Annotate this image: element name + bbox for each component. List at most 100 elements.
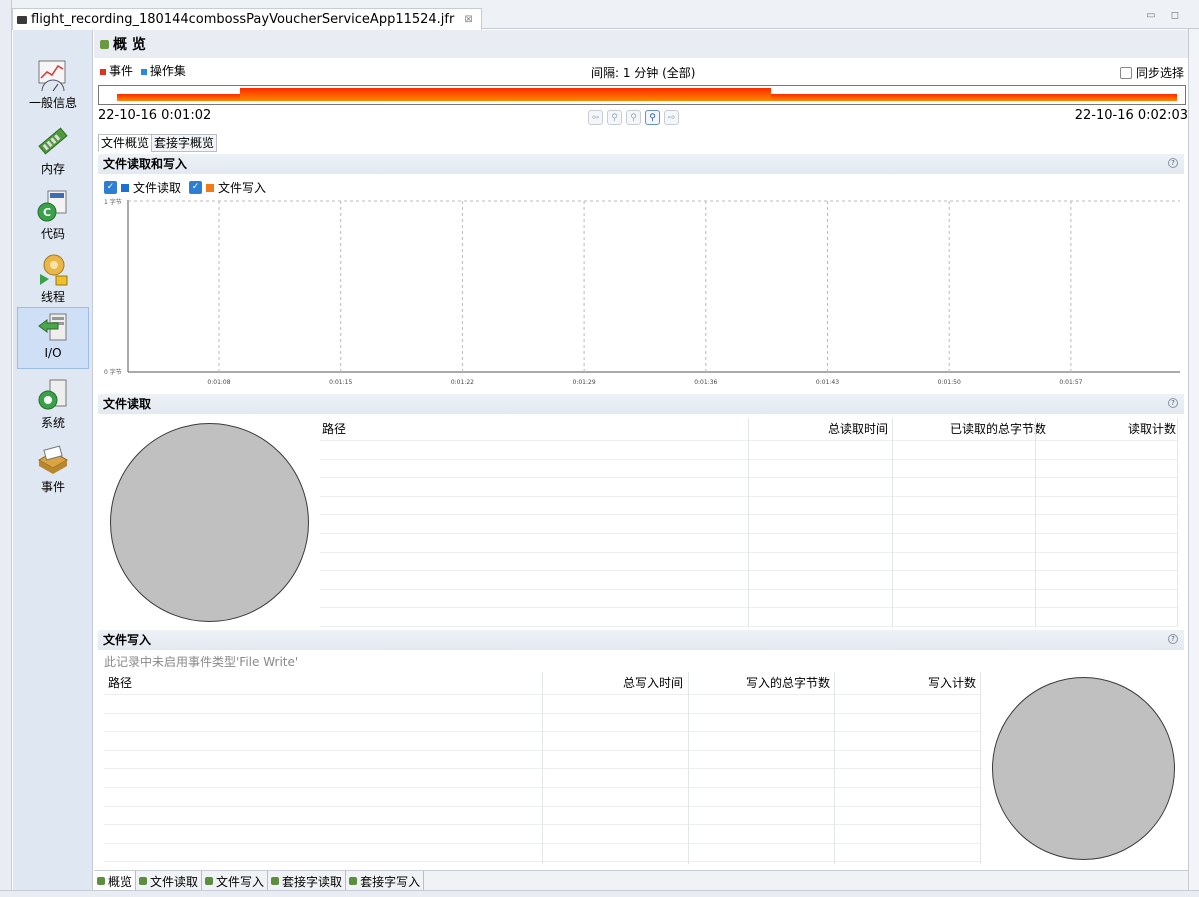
close-tab-icon[interactable]: ⊠ <box>464 14 472 25</box>
main-panel: 概 览 事件 操作集 间隔: 1 分钟 (全部) 同步选择 22-10-16 0… <box>94 30 1188 870</box>
table-row-line <box>320 440 1178 441</box>
svg-text:C: C <box>43 206 51 219</box>
interval-label: 间隔: 1 分钟 (全部) <box>591 66 696 80</box>
general-info-icon <box>36 58 70 92</box>
editor-tab-bar: flight_recording_180144combossPayVoucher… <box>0 0 1199 30</box>
table-row-line <box>320 533 1178 534</box>
tab-file-read[interactable]: 文件读取 <box>136 871 203 891</box>
file-write-table-body[interactable] <box>104 672 982 864</box>
system-icon <box>36 378 70 412</box>
operation-set-filter-label[interactable]: 操作集 <box>150 64 186 78</box>
status-bar <box>0 890 1199 897</box>
x-tick-label: 0:01:36 <box>694 379 717 386</box>
nav-item-general-info[interactable]: 一般信息 <box>17 56 89 118</box>
table-column-divider <box>688 672 689 864</box>
editor-tab[interactable]: flight_recording_180144combossPayVoucher… <box>12 8 482 30</box>
io-icon <box>36 310 70 344</box>
nav-item-events[interactable]: 事件 <box>17 440 89 502</box>
write-series-color-icon <box>206 183 215 192</box>
x-tick-label: 0:01:15 <box>329 379 352 386</box>
table-column-divider <box>834 672 835 864</box>
overview-icon <box>100 39 109 49</box>
nav-label: 系统 <box>40 416 65 430</box>
help-icon[interactable]: ? <box>1168 634 1178 644</box>
memory-icon <box>36 124 70 158</box>
io-line-chart[interactable]: 1 字节 0 字节 0:01:08 0:01:15 0:01:22 0:01:29 0:… <box>94 196 1188 396</box>
events-filter-label[interactable]: 事件 <box>109 64 133 78</box>
bottom-tab-bar: 概览 文件读取 文件写入 套接字读取 套接字写入 <box>94 870 1188 891</box>
code-icon: C <box>36 189 70 223</box>
table-row-line <box>320 570 1178 572</box>
table-row-line <box>104 712 982 714</box>
window-controls[interactable]: ▭ ◻ <box>1146 10 1185 21</box>
threads-icon <box>36 252 70 286</box>
tab-overview[interactable]: 概览 <box>94 871 137 891</box>
nav-item-system[interactable]: 系统 <box>17 376 89 438</box>
table-row-line <box>104 787 982 788</box>
table-row-line <box>104 768 982 770</box>
tab-socket-read[interactable]: 套接字读取 <box>268 871 347 891</box>
section-title: 文件写入 <box>103 633 152 647</box>
zoom-in-button[interactable]: ⚲ <box>607 110 622 125</box>
nav-label: 代码 <box>40 227 65 241</box>
nav-item-threads[interactable]: 线程 <box>17 250 89 312</box>
tab-file-write[interactable]: 文件写入 <box>202 871 269 891</box>
nav-item-io[interactable]: I/O <box>17 307 89 369</box>
table-row-line <box>320 458 1178 460</box>
x-tick-label: 0:01:08 <box>207 379 230 386</box>
table-row-line <box>320 551 1178 553</box>
table-row-line <box>320 495 1178 497</box>
help-icon[interactable]: ? <box>1168 158 1178 168</box>
socket-write-tab-icon <box>349 877 358 885</box>
table-row-line <box>320 588 1178 590</box>
recording-file-icon <box>17 15 27 24</box>
table-row-line <box>104 824 982 826</box>
read-series-checkbox[interactable]: ✓ <box>104 181 117 194</box>
editor-tab-title: flight_recording_180144combossPayVoucher… <box>31 12 455 27</box>
socket-read-tab-icon <box>271 877 280 885</box>
tab-label: 文件读取 <box>150 874 199 889</box>
left-nav: 一般信息 内存 C 代码 线程 I/O 系统 事件 <box>13 30 93 890</box>
io-subtabs: 文件概览 套接字概览 <box>98 134 218 152</box>
tab-socket-write[interactable]: 套接字写入 <box>346 871 425 891</box>
scroll-right-button[interactable]: ⇨ <box>664 110 679 125</box>
table-column-divider <box>748 418 749 626</box>
scroll-left-button[interactable]: ⇦ <box>588 110 603 125</box>
timeline-selection-bar[interactable] <box>240 88 771 101</box>
events-square-icon <box>100 68 106 75</box>
section-read-write-header: 文件读取和写入 ? <box>98 154 1184 174</box>
time-range-start: 22-10-16 0:01:02 <box>98 108 212 123</box>
table-row-line <box>320 514 1178 516</box>
write-series-label: 文件写入 <box>218 181 267 195</box>
timeline-range-bar[interactable] <box>98 85 1186 105</box>
zoom-all-button[interactable]: ⚲ <box>645 110 660 125</box>
nav-label: I/O <box>44 346 62 360</box>
overview-tab-icon <box>97 877 105 885</box>
left-edge-panel <box>0 0 12 897</box>
file-write-pie-chart[interactable] <box>992 677 1175 860</box>
table-row-line <box>104 731 982 733</box>
help-icon[interactable]: ? <box>1168 398 1178 408</box>
write-series-checkbox[interactable]: ✓ <box>189 181 203 194</box>
nav-item-memory[interactable]: 内存 <box>17 122 89 184</box>
table-row-line <box>104 842 982 844</box>
read-series-label: 文件读取 <box>133 181 182 195</box>
tab-label: 套接字写入 <box>360 874 421 889</box>
file-read-table-body[interactable] <box>320 418 1178 627</box>
file-read-pie-chart[interactable] <box>110 423 309 622</box>
table-row-line <box>320 477 1178 479</box>
table-row-line <box>320 607 1178 609</box>
x-tick-label: 0:01:29 <box>573 379 596 386</box>
nav-item-code[interactable]: C 代码 <box>17 187 89 249</box>
nav-label: 事件 <box>40 480 65 494</box>
sync-selection-checkbox[interactable]: 同步选择 <box>1119 64 1184 81</box>
zoom-out-button[interactable]: ⚲ <box>626 110 641 125</box>
nav-label: 一般信息 <box>28 96 77 110</box>
filter-row: 事件 操作集 间隔: 1 分钟 (全部) 同步选择 <box>94 62 1188 82</box>
tab-socket-overview[interactable]: 套接字概览 <box>151 134 218 152</box>
table-row-line <box>104 861 982 863</box>
table-row-line <box>104 805 982 807</box>
tab-file-overview[interactable]: 文件概览 <box>98 134 153 152</box>
y-top-tick-label: 1 字节 <box>104 198 122 206</box>
x-tick-label: 0:01:22 <box>451 379 474 386</box>
